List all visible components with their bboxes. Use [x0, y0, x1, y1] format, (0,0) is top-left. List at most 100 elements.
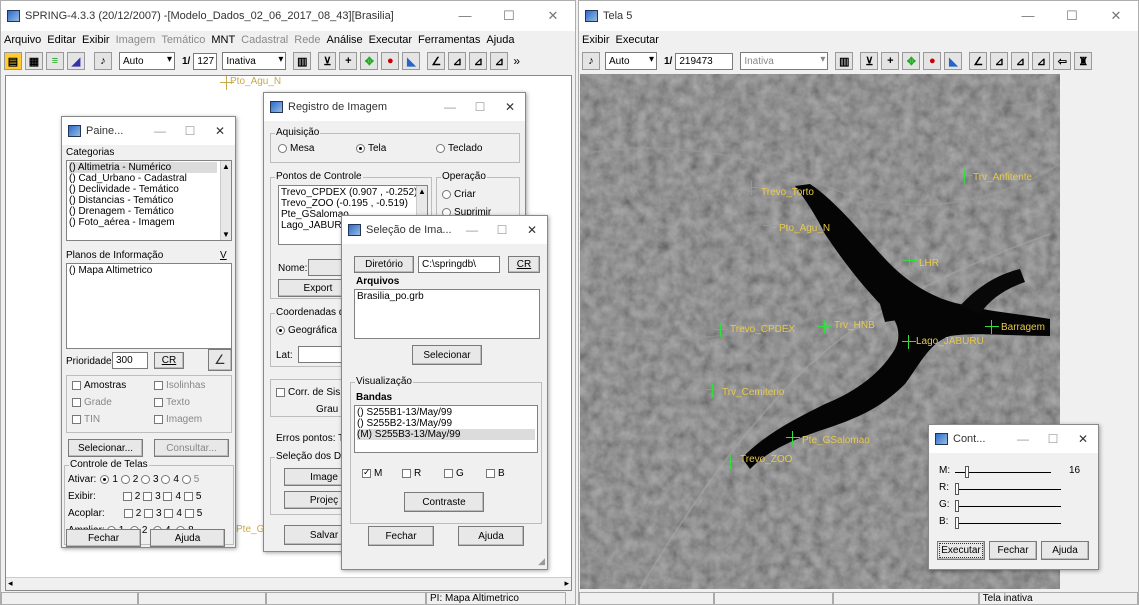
maximize-icon[interactable]: ☐	[487, 8, 531, 24]
tela5-minimize-icon[interactable]: —	[1006, 8, 1050, 24]
ativar-radio-5[interactable]	[181, 474, 191, 484]
painel-ajuda-button[interactable]: Ajuda	[150, 529, 225, 547]
edit-pencil-button[interactable]: ∠	[208, 349, 232, 371]
painel-maximize-icon[interactable]: ☐	[175, 124, 205, 138]
contraste-g-slider[interactable]	[955, 500, 1061, 512]
selecao-minimize-icon[interactable]: —	[457, 223, 487, 237]
menu-editar[interactable]: Editar	[47, 34, 76, 46]
menu-rede[interactable]: Rede	[294, 34, 320, 46]
painel-minimize-icon[interactable]: —	[145, 124, 175, 138]
menu-analise[interactable]: Análise	[327, 34, 363, 46]
painel-title-bar[interactable]: Paine... — ☐ ✕	[62, 117, 235, 145]
layers-icon[interactable]: ≡	[46, 52, 64, 70]
tela5-tool-c-icon[interactable]: ⊿	[1032, 52, 1051, 70]
selecao-ajuda-button[interactable]: Ajuda	[458, 526, 524, 546]
contraste-r-slider[interactable]	[955, 483, 1061, 495]
resize-grip-icon[interactable]: ◢	[538, 556, 545, 567]
prioridade-input[interactable]: 300	[112, 352, 148, 369]
menu-imagem[interactable]: Imagem	[116, 34, 156, 46]
tela5-menu-exibir[interactable]: Exibir	[582, 34, 610, 46]
tela-radio[interactable]: Tela	[356, 143, 386, 154]
list-item[interactable]: Trevo_ZOO (-0.195 , -0.519)	[281, 198, 415, 209]
diretorio-input[interactable]: C:\springdb\	[418, 256, 500, 273]
menu-ajuda[interactable]: Ajuda	[486, 34, 514, 46]
selecao-title-bar[interactable]: Seleção de Ima... — ☐ ✕	[342, 216, 547, 244]
list-item[interactable]: () Foto_aérea - Imagem	[69, 217, 217, 228]
list-item[interactable]: () Drenagem - Temático	[69, 206, 217, 217]
exibir-check-5[interactable]	[183, 491, 193, 501]
tela5-grid-icon[interactable]: ▥	[835, 52, 854, 70]
tools-c-icon[interactable]: ⊿	[490, 52, 509, 70]
list-item[interactable]: Trevo_CPDEX (0.907 , -0.252)	[281, 187, 417, 198]
acoplar-check-3[interactable]	[144, 508, 154, 518]
ativar-radio-2[interactable]	[120, 474, 130, 484]
planos-list[interactable]: () Mapa Altimetrico	[66, 263, 232, 349]
selecionar-button[interactable]: Selecionar...	[68, 439, 143, 457]
grid-icon[interactable]: ▥	[293, 52, 312, 70]
contraste-b-thumb[interactable]	[955, 517, 959, 529]
ativar-radio-1[interactable]	[100, 474, 110, 484]
band-r-checkbox[interactable]: R	[402, 468, 421, 479]
tela5-mode-combo[interactable]: Auto	[605, 52, 657, 70]
list-item[interactable]: () S255B1-13/May/99	[357, 407, 535, 418]
menu-ferramentas[interactable]: Ferramentas	[418, 34, 480, 46]
list-item[interactable]: Brasilia_po.grb	[357, 291, 537, 302]
contraste-m-slider[interactable]	[955, 466, 1051, 478]
arquivos-list[interactable]: Brasilia_po.grb	[354, 289, 540, 339]
tela5-tool-b-icon[interactable]: ⊿	[1011, 52, 1030, 70]
tela5-back-icon[interactable]: ⇦	[1053, 52, 1072, 70]
band-m-checkbox[interactable]: M	[362, 467, 382, 479]
close-icon[interactable]: ✕	[531, 8, 575, 24]
tela5-info-icon[interactable]: ●	[923, 52, 942, 70]
tela5-close-icon[interactable]: ✕	[1094, 8, 1138, 24]
registro-title-bar[interactable]: Registro de Imagem — ☐ ✕	[264, 93, 525, 121]
exibir-check-3[interactable]	[143, 491, 153, 501]
menu-executar[interactable]: Executar	[369, 34, 412, 46]
acoplar-check-4[interactable]	[164, 508, 174, 518]
list-item[interactable]: () Cad_Urbano - Cadastral	[69, 173, 217, 184]
zoom-fit-icon[interactable]: ⊻	[318, 52, 337, 70]
ativar-radio-3[interactable]	[141, 474, 151, 484]
selecao-fechar-button[interactable]: Fechar	[368, 526, 434, 546]
list-item[interactable]: () Distancias - Temático	[69, 195, 217, 206]
cursor-icon[interactable]: ◣	[402, 52, 421, 70]
toolbar-overflow-icon[interactable]: »	[513, 54, 520, 68]
mesa-radio[interactable]: Mesa	[278, 143, 314, 154]
list-item[interactable]: () S255B2-13/May/99	[357, 418, 535, 429]
menu-exibir[interactable]: Exibir	[82, 34, 110, 46]
database-icon[interactable]: ▤	[4, 52, 22, 70]
menu-tematico[interactable]: Temático	[161, 34, 205, 46]
main-title-bar[interactable]: SPRING-4.3.3 (20/12/2007) -[Modelo_Dados…	[1, 1, 575, 31]
bandas-list[interactable]: () S255B1-13/May/99 () S255B2-13/May/99 …	[354, 405, 538, 453]
contraste-title-bar[interactable]: Cont... — ☐ ✕	[929, 425, 1098, 453]
contraste-b-slider[interactable]	[955, 517, 1061, 529]
tela5-zoom-fit-icon[interactable]: ⊻	[860, 52, 879, 70]
contraste-fechar-button[interactable]: Fechar	[989, 541, 1037, 560]
painel-close-icon[interactable]: ✕	[205, 124, 235, 138]
info-icon[interactable]: ●	[381, 52, 400, 70]
acoplar-check-5[interactable]	[184, 508, 194, 518]
grade-checkbox[interactable]: Grade	[72, 397, 112, 408]
tela5-zoom-in-icon[interactable]: +	[881, 52, 900, 70]
menu-cadastral[interactable]: Cadastral	[241, 34, 288, 46]
list-item[interactable]: () Mapa Altimetrico	[69, 265, 229, 276]
diretorio-cr-button[interactable]: CR	[508, 256, 540, 273]
list-item[interactable]: (M) S255B3-13/May/99	[357, 429, 535, 440]
selecionar-arquivo-button[interactable]: Selecionar	[412, 345, 482, 365]
mode-combo[interactable]: Auto	[119, 52, 175, 70]
state-combo[interactable]: Inativa	[222, 52, 287, 70]
executar-button[interactable]: Executar	[937, 541, 985, 560]
amostras-checkbox[interactable]: Amostras	[72, 380, 126, 391]
criar-radio[interactable]: Criar	[442, 189, 476, 200]
tela5-maximize-icon[interactable]: ☐	[1050, 8, 1094, 24]
consultar-button[interactable]: Consultar...	[154, 439, 229, 457]
tela5-state-combo[interactable]: Inativa	[740, 52, 829, 70]
tela5-cursor-icon[interactable]: ◣	[944, 52, 963, 70]
zoom-in-icon[interactable]: +	[339, 52, 358, 70]
painel-fechar-button[interactable]: Fechar	[66, 529, 141, 547]
tela5-menu-executar[interactable]: Executar	[616, 34, 659, 46]
band-b-checkbox[interactable]: B	[486, 468, 505, 479]
contraste-button[interactable]: Contraste	[404, 492, 484, 512]
teclado-radio[interactable]: Teclado	[436, 143, 482, 154]
imagem-checkbox[interactable]: Imagem	[154, 414, 202, 425]
